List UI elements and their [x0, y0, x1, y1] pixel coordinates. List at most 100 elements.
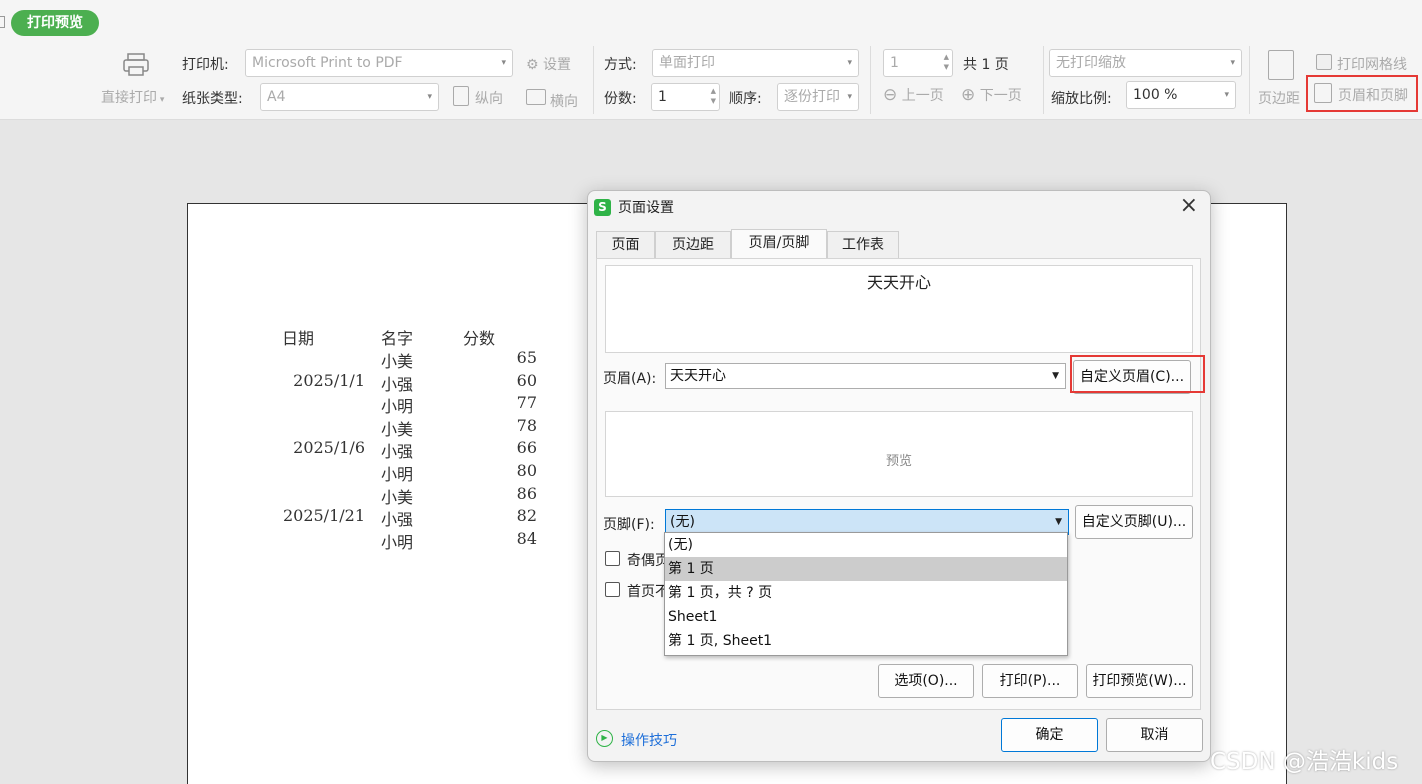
sheet-cell: 2025/1/1 — [293, 370, 365, 390]
settings-icon: ⚙ — [526, 57, 544, 73]
gridlines-checkbox[interactable] — [1316, 54, 1332, 70]
printer-label: 打印机: — [182, 57, 229, 73]
scale-label: 缩放比例: — [1051, 91, 1112, 107]
sheet-cell: 小美 — [381, 487, 414, 507]
sheet-cell: 小明 — [381, 397, 414, 417]
tab-header-footer[interactable]: 页眉/页脚 — [731, 229, 827, 258]
dropdown-option[interactable]: 第 1 页 — [665, 557, 1067, 581]
dropdown-option[interactable]: Sheet1 — [665, 605, 1067, 629]
settings-button[interactable]: ⚙ 设置 — [526, 54, 571, 74]
cancel-button[interactable]: 取消 — [1106, 718, 1203, 752]
scale-select[interactable]: 100 % ▾ — [1126, 81, 1236, 109]
first-page-checkbox[interactable] — [605, 582, 620, 597]
sheet-cell: 84 — [516, 528, 537, 548]
sheet-cell: 86 — [516, 483, 537, 503]
sheet-cell: 小强 — [381, 442, 414, 462]
sheet-cell: 2025/1/6 — [293, 438, 365, 458]
sheet-cell: 日期 — [282, 329, 315, 348]
header-label: 页眉(A): — [603, 371, 657, 387]
landscape-icon — [526, 89, 546, 105]
highlight-frame — [1070, 355, 1205, 393]
portrait-button[interactable]: 纵向 — [475, 88, 503, 108]
highlight-frame — [1306, 75, 1418, 112]
mode-select[interactable]: 单面打印 ▾ — [652, 49, 859, 77]
footer-preview: 预览 — [605, 411, 1193, 497]
tab-page[interactable]: 页面 — [596, 231, 655, 258]
toolbar-divider — [1043, 46, 1044, 114]
mode-label: 方式: — [604, 57, 637, 73]
sheet-cell: 78 — [516, 415, 537, 435]
sheet-cell: 小美 — [381, 352, 414, 371]
sheet-cell: 77 — [516, 393, 537, 413]
sheet-cell: 小明 — [381, 465, 414, 484]
order-select[interactable]: 逐份打印 ▾ — [777, 83, 859, 111]
sheet-cell: 2025/1/21 — [282, 506, 365, 526]
tips-link[interactable]: 操作技巧 — [621, 730, 677, 750]
arrow-right-icon: ⊕ — [961, 85, 976, 105]
header-select[interactable]: 天天开心 ▼ — [665, 363, 1066, 389]
gridlines-label: 打印网格线 — [1337, 57, 1407, 73]
sheet-cell: 小强 — [381, 374, 414, 394]
app-logo-icon: S — [594, 199, 611, 216]
paper-type-label: 纸张类型: — [182, 91, 243, 107]
scale-mode-select[interactable]: 无打印缩放 ▾ — [1049, 49, 1242, 77]
first-page-label: 首页不 — [627, 584, 669, 600]
arrow-left-icon: ⊖ — [883, 85, 898, 105]
direct-print-button[interactable]: 直接打印 ▾ — [101, 87, 164, 107]
sheet-cell: 60 — [516, 370, 537, 390]
close-icon[interactable]: × — [1180, 193, 1198, 218]
odd-even-checkbox[interactable] — [605, 551, 620, 566]
dialog-title: 页面设置 — [618, 200, 674, 216]
prev-page-button[interactable]: ⊖ 上一页 — [883, 85, 944, 105]
print-preview-button[interactable]: 打印预览(W)... — [1086, 664, 1193, 698]
copies-label: 份数: — [604, 91, 637, 107]
page-spinner[interactable]: ▲ ▼ — [944, 52, 949, 72]
sheet-cell: 名字 — [381, 329, 414, 348]
copies-input[interactable]: 1 ▲ ▼ — [651, 83, 720, 111]
page-total: 共 1 页 — [963, 57, 1009, 73]
options-button[interactable]: 选项(O)... — [878, 664, 974, 698]
watermark: CSDN @浩浩kids — [1210, 749, 1399, 775]
header-preview: 天天开心 — [605, 265, 1193, 353]
margins-icon — [1268, 50, 1294, 80]
dropdown-option[interactable]: 第 1 页, Sheet1 — [665, 629, 1067, 653]
printer-icon[interactable] — [122, 53, 150, 77]
portrait-icon — [453, 86, 469, 106]
footer-dropdown-list: (无) 第 1 页 第 1 页，共 ? 页 Sheet1 第 1 页, Shee… — [664, 532, 1068, 656]
landscape-button[interactable]: 横向 — [550, 91, 578, 111]
printer-select[interactable]: Microsoft Print to PDF ▾ — [245, 49, 513, 77]
paper-type-select[interactable]: A4 ▾ — [260, 83, 439, 111]
order-label: 顺序: — [729, 91, 762, 107]
sheet-cell: 小明 — [381, 532, 414, 552]
copies-spinner[interactable]: ▲ ▼ — [711, 86, 716, 106]
custom-footer-button[interactable]: 自定义页脚(U)... — [1075, 505, 1193, 539]
print-preview-toolbar: 打印预览 直接打印 ▾ 打印机: Microsoft Print to PDF ▾… — [0, 0, 1422, 120]
page-setup-dialog: S 页面设置 × 页面 页边距 页眉/页脚 工作表 天天开心 页眉(A): 天天… — [587, 190, 1211, 762]
page-number-input[interactable]: 1 ▲ ▼ — [883, 49, 953, 77]
next-page-button[interactable]: ⊕ 下一页 — [961, 85, 1022, 105]
ok-button[interactable]: 确定 — [1001, 718, 1098, 752]
odd-even-label: 奇偶页 — [627, 553, 669, 569]
window-edge-icon — [0, 16, 5, 28]
sheet-cell: 分数 — [463, 329, 496, 348]
print-preview-title[interactable]: 打印预览 — [11, 10, 99, 36]
dropdown-option[interactable]: 第 1 页，共 ? 页 — [665, 581, 1067, 605]
sheet-cell: 82 — [516, 506, 537, 526]
sheet-cell: 66 — [516, 438, 537, 458]
dropdown-option[interactable]: (无) — [665, 533, 1067, 557]
sheet-cell: 小强 — [381, 510, 414, 530]
toolbar-divider — [593, 46, 594, 114]
toolbar-divider — [870, 46, 871, 114]
sheet-cell: 小美 — [381, 419, 414, 439]
sheet-cell: 65 — [516, 348, 537, 367]
header-preview-text: 天天开心 — [866, 273, 931, 292]
margins-button[interactable]: 页边距 — [1258, 88, 1300, 108]
play-circle-icon: ▶ — [596, 730, 613, 747]
sheet-cell: 80 — [516, 461, 537, 480]
tab-margins[interactable]: 页边距 — [655, 231, 731, 258]
tab-worksheet[interactable]: 工作表 — [827, 231, 899, 258]
footer-label: 页脚(F): — [603, 517, 655, 533]
print-button[interactable]: 打印(P)... — [982, 664, 1078, 698]
footer-preview-text: 预览 — [885, 454, 912, 469]
toolbar-divider — [1249, 46, 1250, 114]
